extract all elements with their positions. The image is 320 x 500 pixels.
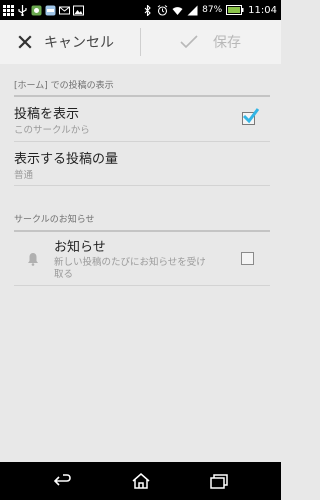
setting-subtitle: 普通 — [14, 170, 34, 181]
home-icon — [132, 473, 150, 489]
mail-icon — [59, 5, 70, 16]
usb-icon — [17, 4, 28, 16]
section-divider — [14, 95, 270, 97]
battery-percent: 87% — [202, 5, 223, 15]
row-divider — [14, 185, 270, 186]
notification-checkbox[interactable] — [241, 252, 254, 265]
show-posts-setting[interactable]: 投稿を表示 このサークルから — [14, 103, 270, 139]
save-label: 保存 — [213, 35, 241, 51]
close-icon — [18, 35, 32, 49]
wifi-icon — [172, 5, 183, 16]
setting-subtitle-line: 新しい投稿のたびにお知らせを受け — [54, 257, 206, 268]
recents-icon — [210, 474, 228, 489]
notification-setting[interactable]: お知らせ 新しい投稿のたびにお知らせを受け 取る — [14, 236, 270, 282]
clock: 11:04 — [248, 4, 277, 16]
back-icon — [53, 474, 71, 486]
back-button[interactable] — [33, 462, 93, 500]
post-amount-setting[interactable]: 表示する投稿の量 普通 — [14, 148, 270, 184]
cancel-button[interactable]: キャンセル — [0, 20, 140, 64]
row-divider — [14, 141, 270, 142]
bell-icon — [28, 253, 38, 266]
setting-title: お知らせ — [54, 240, 106, 255]
setting-title: 投稿を表示 — [14, 107, 80, 122]
image-icon — [73, 5, 84, 16]
grid-icon — [3, 4, 14, 16]
setting-subtitle-line: 取る — [54, 269, 74, 280]
signal-icon — [187, 5, 198, 16]
setting-subtitle: このサークルから — [14, 125, 90, 136]
section-divider — [14, 230, 270, 232]
action-bar: キャンセル 保存 — [0, 20, 281, 64]
show-posts-checkbox[interactable] — [242, 108, 259, 125]
home-button[interactable] — [111, 462, 171, 500]
status-bar: 87% 11:04 — [0, 0, 281, 20]
section-header-circle-notifications: サークルのお知らせ — [14, 215, 95, 225]
section-header-home-posts: [ホーム] での投稿の表示 — [14, 81, 114, 91]
system-status-area: 87% 11:04 — [142, 3, 277, 17]
setting-title: 表示する投稿の量 — [14, 152, 119, 167]
battery-icon — [226, 5, 244, 15]
notification-area — [3, 3, 84, 17]
counter-icon — [45, 5, 56, 16]
recents-button[interactable] — [189, 462, 249, 500]
alarm-icon — [157, 4, 168, 16]
check-icon — [180, 35, 198, 49]
save-button[interactable]: 保存 — [141, 20, 281, 64]
setting-subtitle: 新しい投稿のたびにお知らせを受け 取る — [54, 257, 234, 281]
checkmark-icon — [242, 108, 259, 124]
cancel-label: キャンセル — [44, 35, 114, 51]
app-icon — [31, 5, 42, 16]
row-divider — [14, 285, 270, 286]
navigation-bar — [0, 462, 281, 500]
bluetooth-icon — [142, 3, 153, 17]
